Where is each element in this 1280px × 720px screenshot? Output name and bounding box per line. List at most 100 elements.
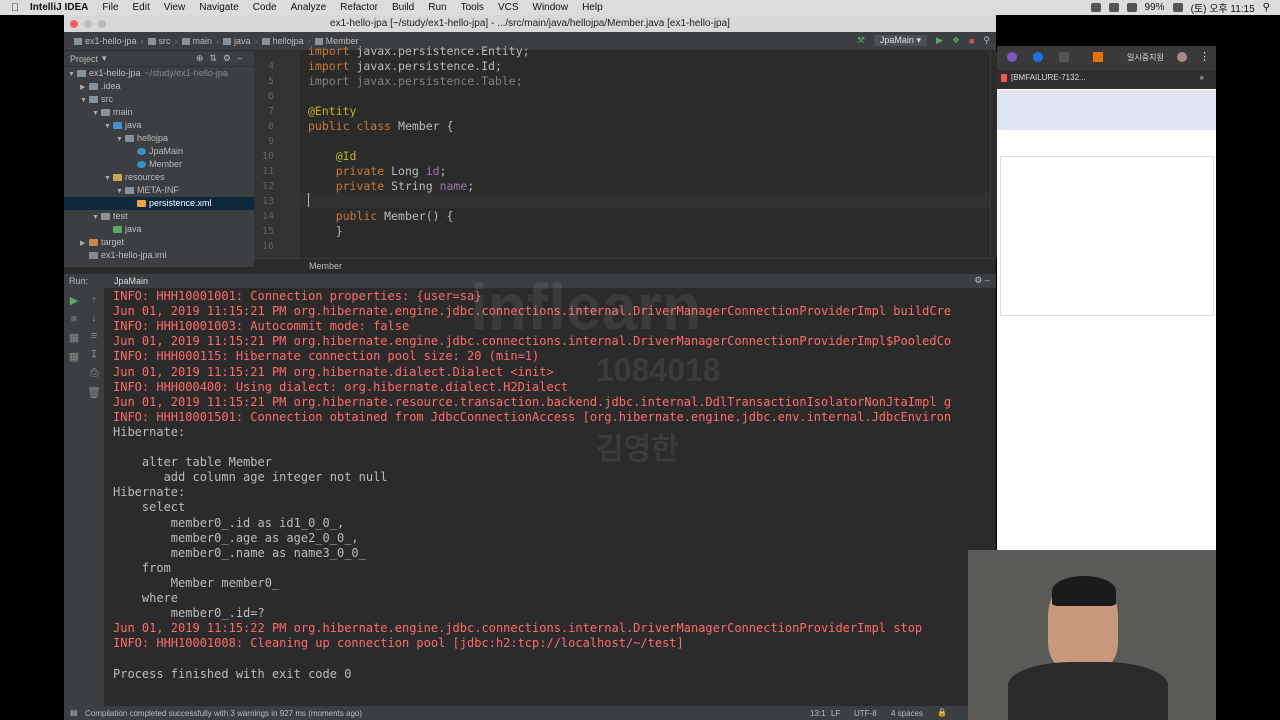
tree-item-label: Member [149, 159, 183, 169]
code-line[interactable]: public class Member { [308, 119, 453, 133]
bookmarks-overflow-icon[interactable]: » [1200, 73, 1204, 82]
extension-icon[interactable] [1007, 52, 1017, 62]
breadcrumb-main[interactable]: main [178, 36, 217, 46]
editor-scrollbar[interactable] [990, 51, 997, 258]
minimize-window-button[interactable] [84, 20, 92, 28]
restore-layout-icon[interactable]: ▦ [64, 331, 84, 344]
stop-run-icon[interactable]: ■ [64, 313, 84, 325]
code-line[interactable]: import javax.persistence.Table; [308, 74, 523, 88]
tree-item-test[interactable]: ▼ test [64, 210, 254, 223]
tree-item-ex1-hello-jpa[interactable]: ▼ ex1-hello-jpa ~/study/ex1-hello-jpa [64, 67, 254, 80]
run-tab-jpamain[interactable]: JpaMain [114, 276, 148, 286]
folder-icon [101, 213, 110, 221]
code-line[interactable]: @Id [308, 149, 357, 163]
file-encoding[interactable]: UTF-8 [854, 709, 877, 718]
paused-label[interactable]: 일시중지됨 [1127, 52, 1164, 63]
search-everywhere-icon[interactable]: ⚲ [983, 35, 990, 46]
soft-wrap-icon[interactable]: ≡ [84, 330, 104, 342]
battery-percent[interactable]: 99% [1145, 2, 1165, 13]
scroll-to-end-icon[interactable]: ↧ [84, 348, 104, 361]
zoom-window-button[interactable] [98, 20, 106, 28]
menu-build[interactable]: Build [392, 2, 414, 13]
breadcrumb-ex1-hello-jpa[interactable]: ex1-hello-jpa [70, 36, 141, 46]
panel-gear-icon[interactable]: ⊕⇅⚙– [196, 53, 248, 64]
bookmark-item[interactable]: [BMFAILURE-7132... [1011, 73, 1086, 82]
scroll-down-icon[interactable]: ↓ [84, 312, 104, 324]
code-line[interactable]: import javax.persistence.Id; [308, 59, 502, 73]
tree-item-java[interactable]: java [64, 223, 254, 236]
console-line: INFO: HHH000115: Hibernate connection po… [113, 349, 540, 364]
menu-run[interactable]: Run [428, 2, 446, 13]
tree-item-meta-inf[interactable]: ▼ META-INF [64, 184, 254, 197]
tree-item-resources[interactable]: ▼ resources [64, 171, 254, 184]
app-menu[interactable]: IntelliJ IDEA [30, 2, 88, 13]
menu-code[interactable]: Code [253, 2, 277, 13]
menu-file[interactable]: File [102, 2, 118, 13]
console-line: Hibernate: [113, 485, 193, 500]
tree-item-jpamain[interactable]: JpaMain [64, 145, 254, 158]
browser-toolbar: 일시중지됨 ⋮ [997, 46, 1216, 70]
run-panel-settings-icon[interactable]: ⚙ – [974, 275, 990, 286]
tree-item-target[interactable]: ▶ target [64, 236, 254, 249]
code-line[interactable]: } [308, 224, 343, 238]
profile-avatar[interactable] [1177, 52, 1187, 62]
status-tool-icon[interactable]: ▤ [70, 708, 78, 717]
status-message[interactable]: Compilation completed successfully with … [85, 709, 362, 718]
search-icon[interactable]: ⚲ [1263, 2, 1270, 13]
tree-item-persistence-xml[interactable]: persistence.xml [64, 197, 254, 210]
editor-breadcrumb[interactable]: Member [309, 261, 342, 271]
menu-analyze[interactable]: Analyze [291, 2, 327, 13]
tree-item-hellojpa[interactable]: ▼ hellojpa [64, 132, 254, 145]
console-line: INFO: HHH10001008: Cleaning up connectio… [113, 636, 684, 651]
menu-refactor[interactable]: Refactor [340, 2, 378, 13]
rerun-icon[interactable]: ▶ [64, 294, 84, 307]
battery-icon[interactable] [1172, 3, 1183, 12]
scroll-up-icon[interactable]: ↑ [84, 294, 104, 306]
breadcrumb-java[interactable]: java [219, 36, 255, 46]
indent-setting[interactable]: 4 spaces [891, 709, 923, 718]
print-icon[interactable]: ⎙ [84, 367, 104, 380]
code-line[interactable]: @Entity [308, 104, 356, 118]
extension-icon-2[interactable] [1033, 52, 1043, 62]
menubar-clock[interactable]: (토) 오후 11:15 [1191, 0, 1255, 15]
menu-window[interactable]: Window [533, 2, 569, 13]
code-line[interactable]: import javax.persistence.Entity; [308, 44, 530, 58]
stop-icon[interactable]: ■ [969, 36, 974, 46]
tree-item-member[interactable]: Member [64, 158, 254, 171]
code-line[interactable]: public Member() { [308, 209, 454, 223]
menu-help[interactable]: Help [582, 2, 603, 13]
close-window-button[interactable] [70, 20, 78, 28]
chevron-down-icon[interactable]: ▾ [102, 53, 107, 64]
run-icon[interactable]: ▶ [936, 35, 943, 46]
code-line[interactable]: private String name; [308, 179, 475, 193]
run-config-select[interactable]: JpaMain ▾ [873, 35, 927, 46]
tree-item-main[interactable]: ▼ main [64, 106, 254, 119]
extension-icon-4[interactable] [1093, 52, 1103, 62]
code-line[interactable]: private Long id; [308, 164, 447, 178]
project-panel-title[interactable]: Project [70, 54, 98, 64]
tree-item--idea[interactable]: ▶ .idea [64, 80, 254, 93]
tree-item-java[interactable]: ▼ java [64, 119, 254, 132]
line-separator[interactable]: LF [831, 709, 840, 718]
lock-icon[interactable]: 🔒 [937, 708, 947, 717]
browser-menu-icon[interactable]: ⋮ [1199, 50, 1210, 63]
debug-icon[interactable]: ❖ [952, 35, 960, 46]
menu-tools[interactable]: Tools [461, 2, 484, 13]
menu-navigate[interactable]: Navigate [199, 2, 238, 13]
status-icon[interactable] [1090, 3, 1101, 12]
breadcrumb-hellojpa[interactable]: hellojpa [258, 36, 308, 46]
menu-view[interactable]: View [164, 2, 186, 13]
bluetooth-icon[interactable] [1126, 3, 1137, 12]
apple-icon[interactable]:  [0, 2, 30, 14]
breadcrumb-src[interactable]: src [144, 36, 175, 46]
tree-item-src[interactable]: ▼ src [64, 93, 254, 106]
wifi-icon[interactable] [1108, 3, 1119, 12]
caret-position[interactable]: 13:1 [810, 709, 826, 718]
menu-vcs[interactable]: VCS [498, 2, 519, 13]
build-icon[interactable]: ⚒ [857, 35, 865, 46]
tree-item-ex1-hello-jpa-iml[interactable]: ex1-hello-jpa.iml [64, 249, 254, 262]
clear-all-icon[interactable]: 🗑 [84, 386, 104, 399]
extension-icon-3[interactable] [1059, 52, 1069, 62]
menu-edit[interactable]: Edit [132, 2, 149, 13]
pin-tab-icon[interactable]: ▦ [64, 350, 84, 363]
